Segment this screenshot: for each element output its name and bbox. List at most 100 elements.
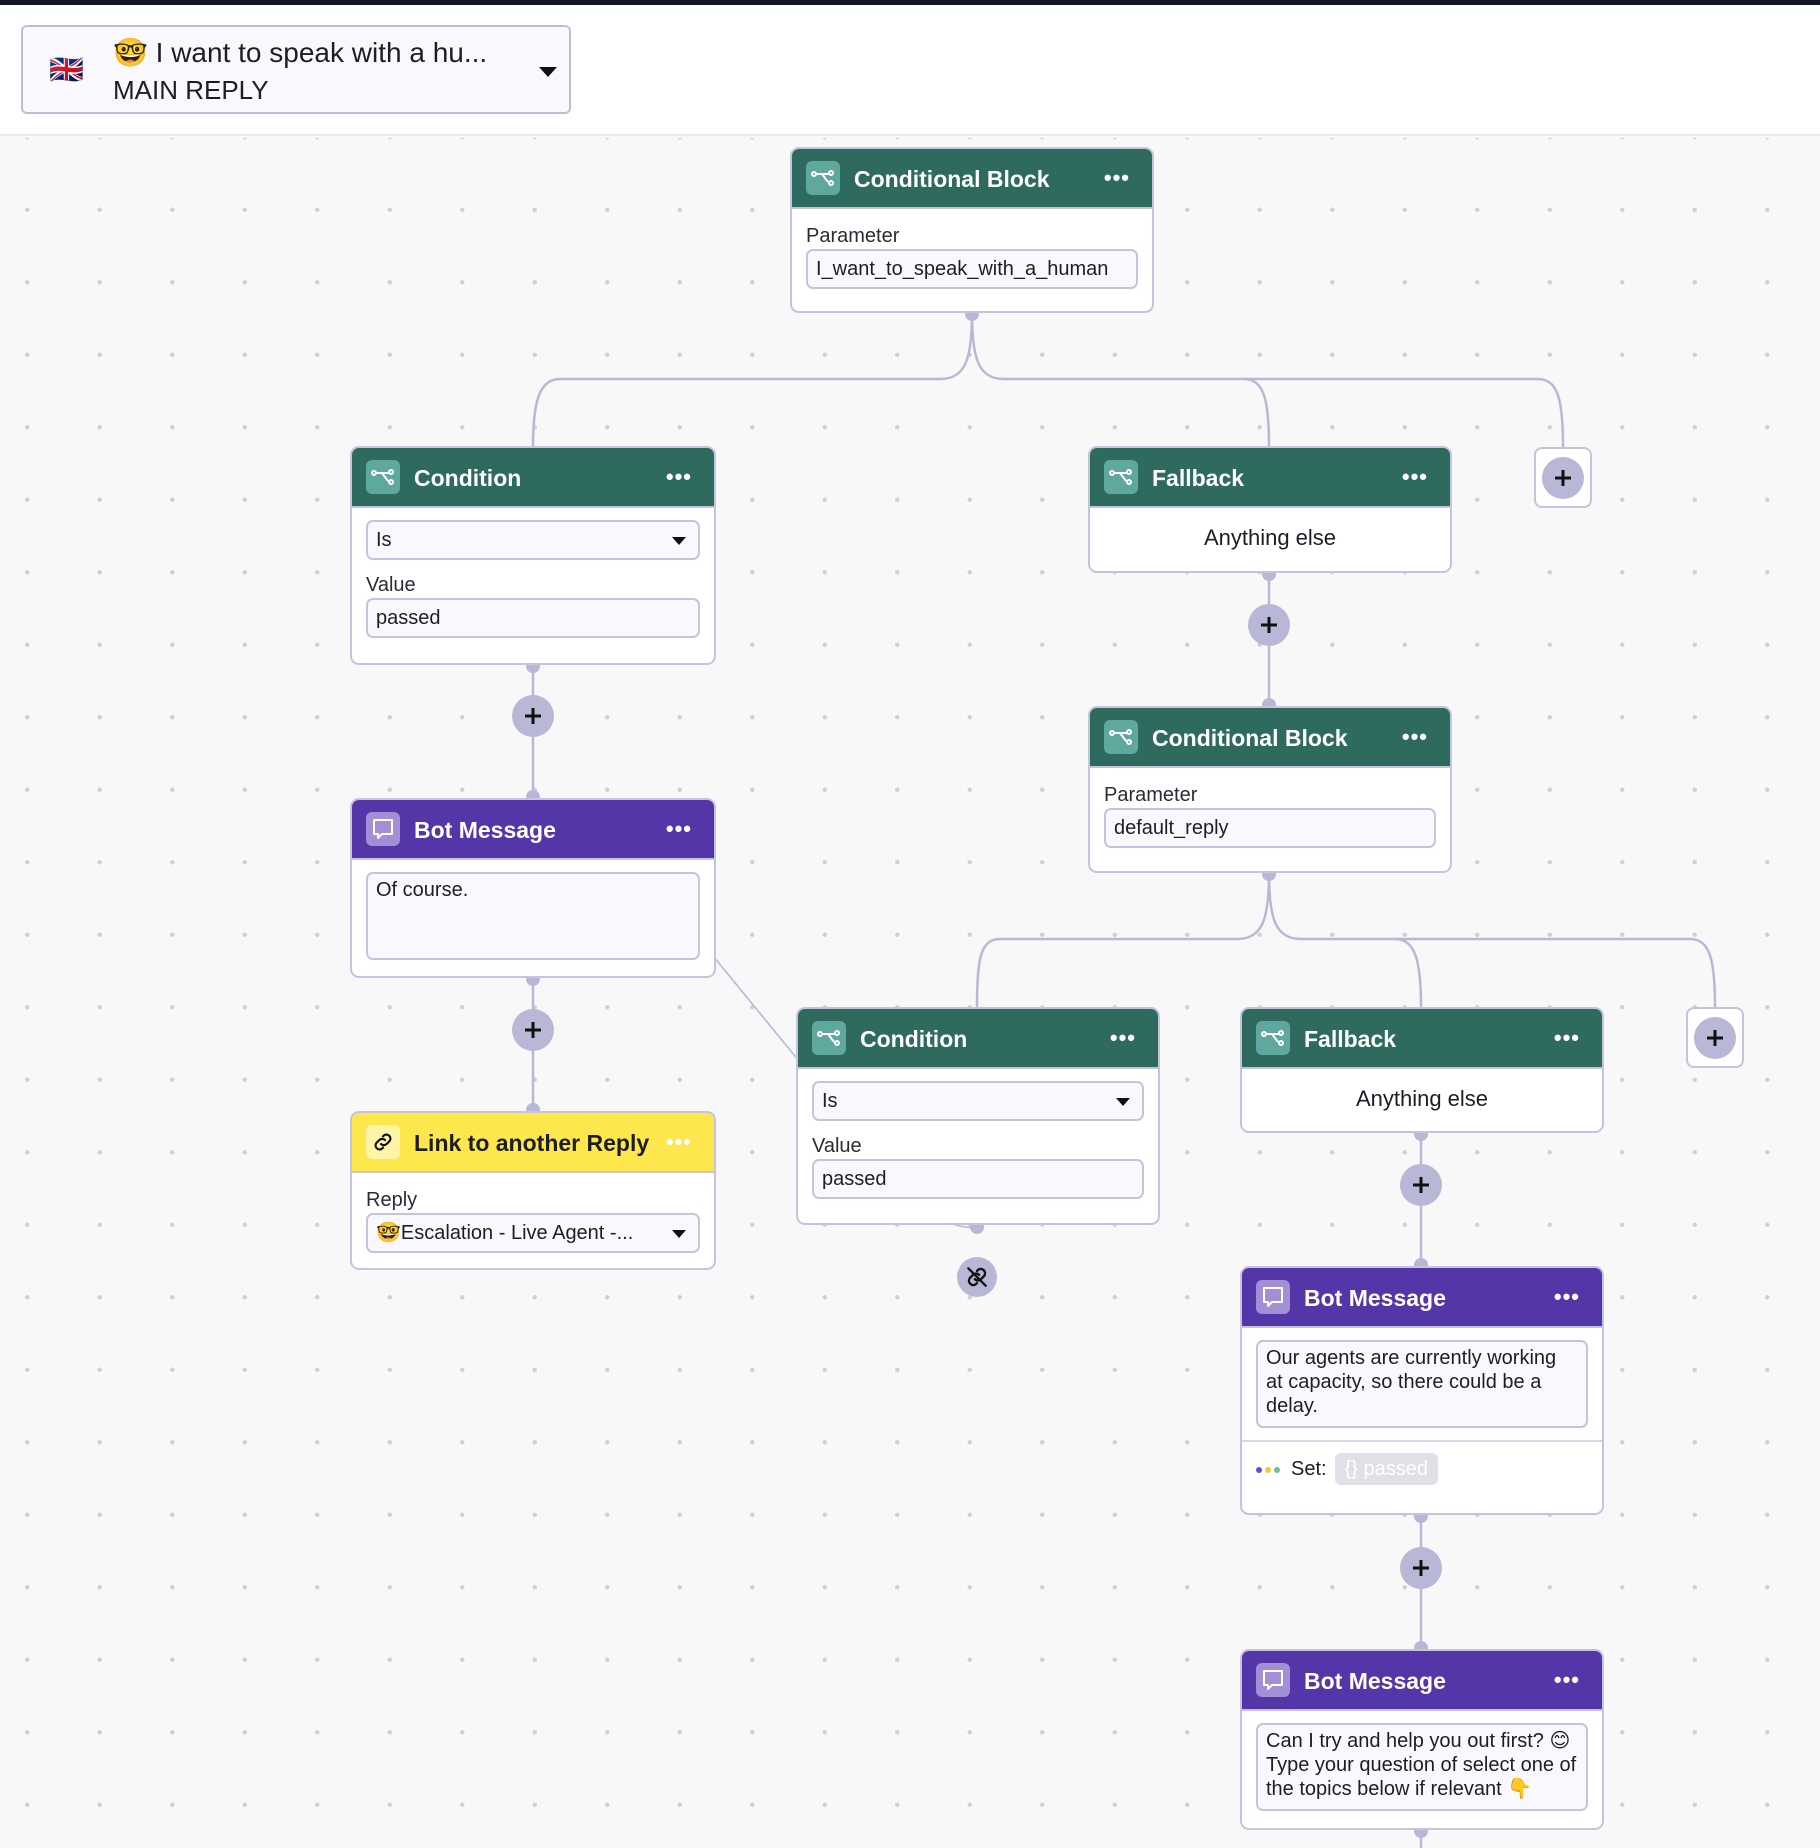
operator-value: Is <box>822 1090 838 1112</box>
block-title: Fallback <box>1152 465 1245 491</box>
branch-icon <box>812 1021 846 1055</box>
message-text[interactable]: Of course. <box>366 872 700 960</box>
block-header[interactable]: Fallback ••• <box>1242 1009 1602 1069</box>
reply-title: 🤓 I want to speak with a hu... <box>113 35 487 71</box>
block-header[interactable]: Bot Message ••• <box>1242 1651 1602 1711</box>
block-title: Fallback <box>1304 1026 1397 1052</box>
value-label: Value <box>812 1135 862 1157</box>
chat-bubble-icon <box>1256 1663 1290 1697</box>
block-title: Condition <box>414 465 522 491</box>
set-variable-row[interactable]: Set: {} passed <box>1242 1440 1602 1496</box>
block-header[interactable]: Link to another Reply ••• <box>352 1113 714 1173</box>
block-header[interactable]: Condition ••• <box>798 1009 1158 1069</box>
conditional-block[interactable]: Conditional Block ••• Parameter I_want_t… <box>790 147 1154 313</box>
condition-block[interactable]: Condition ••• Is Value passed <box>350 446 716 665</box>
flow-canvas[interactable] <box>0 138 1820 1848</box>
plus-button[interactable] <box>1542 457 1584 499</box>
block-header[interactable]: Conditional Block ••• <box>792 149 1152 209</box>
value-label: Value <box>366 574 416 596</box>
parameter-field[interactable]: default_reply <box>1104 808 1436 848</box>
plus-icon <box>1413 1560 1429 1576</box>
more-options-icon[interactable]: ••• <box>1554 1282 1580 1312</box>
branch-icon <box>806 161 840 195</box>
block-title: Bot Message <box>414 817 556 843</box>
operator-select[interactable]: Is <box>812 1081 1144 1121</box>
more-options-icon[interactable]: ••• <box>1554 1665 1580 1695</box>
chevron-down-icon <box>1116 1098 1130 1106</box>
add-step-button[interactable] <box>1400 1164 1442 1206</box>
unlink-icon <box>967 1267 987 1287</box>
add-step-button[interactable] <box>512 695 554 737</box>
block-title: Condition <box>860 1026 968 1052</box>
chevron-down-icon <box>539 67 557 77</box>
nerd-face-icon: 🤓 <box>113 37 148 68</box>
branch-icon <box>366 460 400 494</box>
add-step-button[interactable] <box>1248 604 1290 646</box>
unlink-button[interactable] <box>957 1257 997 1297</box>
chevron-down-icon <box>672 537 686 545</box>
fallback-text: Anything else <box>1355 1086 1489 1111</box>
header: 🇬🇧 🤓 I want to speak with a hu... MAIN R… <box>0 5 1820 136</box>
branch-icon <box>1104 460 1138 494</box>
conditional-block[interactable]: Conditional Block ••• Parameter default_… <box>1088 706 1452 873</box>
block-title: Conditional Block <box>854 166 1050 192</box>
block-header[interactable]: Bot Message ••• <box>1242 1268 1602 1328</box>
block-header[interactable]: Condition ••• <box>352 448 714 508</box>
set-label: Set: <box>1291 1457 1327 1480</box>
plus-button[interactable] <box>1694 1017 1736 1059</box>
plus-icon <box>1413 1177 1429 1193</box>
block-header[interactable]: Conditional Block ••• <box>1090 708 1450 768</box>
value-field[interactable]: passed <box>812 1159 1144 1199</box>
chat-bubble-icon <box>1256 1280 1290 1314</box>
branch-icon <box>1256 1021 1290 1055</box>
bot-message-block[interactable]: Bot Message ••• Of course. <box>350 798 716 978</box>
add-step-button[interactable] <box>1400 1547 1442 1589</box>
condition-block[interactable]: Condition ••• Is Value passed <box>796 1007 1160 1225</box>
linked-reply-value: Escalation - Live Agent -... <box>400 1222 634 1244</box>
plus-icon <box>1555 470 1571 486</box>
more-options-icon[interactable]: ••• <box>1110 1023 1136 1053</box>
more-options-icon[interactable]: ••• <box>666 1127 692 1157</box>
plus-icon <box>1261 617 1277 633</box>
bot-message-block[interactable]: Bot Message ••• Can I try and help you o… <box>1240 1649 1604 1830</box>
reply-type: MAIN REPLY <box>113 75 269 105</box>
plus-icon <box>525 708 541 724</box>
operator-value: Is <box>376 529 392 551</box>
more-options-icon[interactable]: ••• <box>1402 462 1428 492</box>
nerd-face-icon: 🤓 <box>376 1222 401 1244</box>
linked-reply-select[interactable]: 🤓Escalation - Live Agent -... <box>366 1213 700 1253</box>
variable-chip[interactable]: {} passed <box>1334 1453 1438 1485</box>
plus-icon <box>1707 1030 1723 1046</box>
message-text[interactable]: Can I try and help you out first? 😊 Type… <box>1256 1723 1588 1811</box>
more-options-icon[interactable]: ••• <box>1402 722 1428 752</box>
more-options-icon[interactable]: ••• <box>666 814 692 844</box>
block-header[interactable]: Fallback ••• <box>1090 448 1450 508</box>
block-title: Bot Message <box>1304 1285 1446 1311</box>
fallback-block[interactable]: Fallback ••• Anything else <box>1240 1007 1604 1133</box>
uk-flag-icon: 🇬🇧 <box>49 54 84 85</box>
block-title: Conditional Block <box>1152 725 1348 751</box>
parameter-field[interactable]: I_want_to_speak_with_a_human <box>806 249 1138 289</box>
add-step-button[interactable] <box>512 1009 554 1051</box>
reply-title-text: I want to speak with a hu... <box>155 37 488 68</box>
fallback-text: Anything else <box>1203 525 1337 550</box>
more-options-icon[interactable]: ••• <box>666 462 692 492</box>
operator-select[interactable]: Is <box>366 520 700 560</box>
bot-message-block[interactable]: Bot Message ••• Our agents are currently… <box>1240 1266 1604 1515</box>
plus-icon <box>525 1022 541 1038</box>
more-options-icon[interactable]: ••• <box>1554 1023 1580 1053</box>
add-branch-button[interactable] <box>1534 447 1592 508</box>
add-branch-button[interactable] <box>1686 1007 1744 1068</box>
branch-icon <box>1104 720 1138 754</box>
variable-dots-icon <box>1256 1460 1283 1478</box>
link-reply-block[interactable]: Link to another Reply ••• Reply 🤓Escalat… <box>350 1111 716 1270</box>
block-header[interactable]: Bot Message ••• <box>352 800 714 860</box>
value-field[interactable]: passed <box>366 598 700 638</box>
reply-selector-dropdown[interactable]: 🇬🇧 🤓 I want to speak with a hu... MAIN R… <box>21 25 571 114</box>
more-options-icon[interactable]: ••• <box>1104 163 1130 193</box>
fallback-block[interactable]: Fallback ••• Anything else <box>1088 446 1452 573</box>
message-text[interactable]: Our agents are currently working at capa… <box>1256 1340 1588 1428</box>
block-title: Link to another Reply <box>414 1130 650 1156</box>
chevron-down-icon <box>672 1230 686 1238</box>
reply-label: Reply <box>366 1189 418 1211</box>
